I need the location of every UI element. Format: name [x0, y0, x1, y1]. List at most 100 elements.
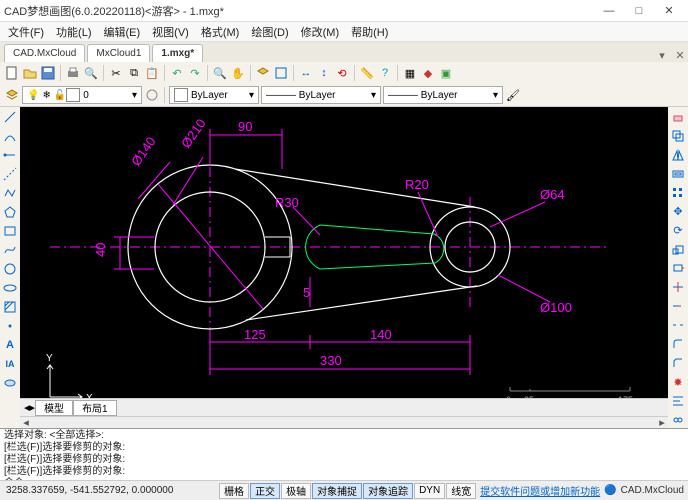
- color-selector[interactable]: ByLayer▾: [169, 86, 259, 104]
- menu-format[interactable]: 格式(M): [197, 24, 244, 40]
- polar-button[interactable]: 极轴: [281, 483, 311, 499]
- open-icon[interactable]: [22, 65, 38, 81]
- menu-draw[interactable]: 绘图(D): [247, 24, 292, 40]
- menu-edit[interactable]: 编辑(E): [100, 24, 145, 40]
- offset-icon[interactable]: [670, 166, 686, 182]
- osnap-button[interactable]: 对象捕捉: [312, 483, 362, 499]
- dim-phi210: Ø210: [178, 116, 209, 151]
- doc-tab-0[interactable]: CAD.MxCloud: [4, 44, 85, 62]
- pan-icon[interactable]: ✋: [230, 65, 246, 81]
- doc-tab-1[interactable]: MxCloud1: [87, 44, 150, 62]
- brush-icon[interactable]: 🖌: [505, 87, 521, 103]
- explode-icon[interactable]: ✸: [670, 374, 686, 390]
- rect-tool-icon[interactable]: [2, 223, 18, 239]
- zoom-icon[interactable]: 🔍: [212, 65, 228, 81]
- measure-icon[interactable]: 📏: [359, 65, 375, 81]
- prop-icon[interactable]: [273, 65, 289, 81]
- hscrollbar[interactable]: ◂ ▸: [20, 416, 668, 428]
- xline-tool-icon[interactable]: [2, 166, 18, 182]
- snap-grid-button[interactable]: 栅格: [219, 483, 249, 499]
- menu-view[interactable]: 视图(V): [148, 24, 193, 40]
- arc-tool-icon[interactable]: [2, 128, 18, 144]
- dim3-icon[interactable]: ⟲: [334, 65, 350, 81]
- dim2-icon[interactable]: ↕: [316, 65, 332, 81]
- maximize-button[interactable]: □: [624, 1, 654, 21]
- menu-function[interactable]: 功能(L): [52, 24, 95, 40]
- minimize-button[interactable]: —: [594, 1, 624, 21]
- print-icon[interactable]: [65, 65, 81, 81]
- layer-selector[interactable]: 💡 ❄ 🔓 0 ▾: [22, 86, 142, 104]
- scale-175: 175: [618, 395, 633, 398]
- layout-tabs: ◂ ▸ 模型 布局1: [20, 398, 668, 416]
- pline-tool-icon[interactable]: [2, 185, 18, 201]
- tb-extra3-icon[interactable]: ▣: [438, 65, 454, 81]
- linetype-selector[interactable]: ——— ByLayer▾: [261, 86, 381, 104]
- polygon-tool-icon[interactable]: [2, 204, 18, 220]
- mirror-icon[interactable]: [670, 147, 686, 163]
- command-panel[interactable]: 选择对象: <全部选择>: [栏选(F)]选择要修剪的对象: [栏选(F)]选择…: [0, 428, 688, 480]
- new-icon[interactable]: [4, 65, 20, 81]
- dim-phi64: Ø64: [540, 187, 565, 202]
- lwt-button[interactable]: 线宽: [446, 483, 476, 499]
- trim-icon[interactable]: [670, 279, 686, 295]
- bulb-icon: 💡: [27, 90, 39, 101]
- tabs-dropdown-icon[interactable]: ▾: [654, 49, 670, 62]
- feedback-link[interactable]: 提交软件问题或增加新功能: [476, 483, 604, 498]
- fillet-icon[interactable]: [670, 336, 686, 352]
- layer-icon[interactable]: [255, 65, 271, 81]
- ray-tool-icon[interactable]: [2, 147, 18, 163]
- otrack-button[interactable]: 对象追踪: [363, 483, 413, 499]
- menu-modify[interactable]: 修改(M): [297, 24, 344, 40]
- menu-file[interactable]: 文件(F): [4, 24, 48, 40]
- paste-icon[interactable]: 📋: [144, 65, 160, 81]
- color-swatch: [174, 88, 188, 102]
- cut-icon[interactable]: ✂: [108, 65, 124, 81]
- tabs-close-icon[interactable]: ✕: [672, 49, 688, 62]
- preview-icon[interactable]: 🔍: [83, 65, 99, 81]
- tb-extra1-icon[interactable]: ▦: [402, 65, 418, 81]
- line-tool-icon[interactable]: [2, 109, 18, 125]
- ortho-button[interactable]: 正交: [250, 483, 280, 499]
- erase-icon[interactable]: [670, 109, 686, 125]
- copy-icon[interactable]: ⧉: [126, 65, 142, 81]
- text-tool-icon[interactable]: A: [2, 337, 18, 353]
- point-tool-icon[interactable]: [2, 318, 18, 334]
- model-tab[interactable]: 模型: [35, 400, 73, 416]
- doc-tab-2[interactable]: 1.mxg*: [152, 44, 203, 62]
- align-icon[interactable]: [670, 393, 686, 409]
- toolbar-row-2: 💡 ❄ 🔓 0 ▾ ByLayer▾ ——— ByLayer▾ ——— ByLa…: [0, 84, 688, 106]
- redo-icon[interactable]: ↷: [187, 65, 203, 81]
- save-icon[interactable]: [40, 65, 56, 81]
- break-icon[interactable]: [670, 317, 686, 333]
- lineweight-selector[interactable]: ——— ByLayer▾: [383, 86, 503, 104]
- rotate-icon[interactable]: ⟳: [670, 223, 686, 239]
- stretch-icon[interactable]: [670, 261, 686, 277]
- right-toolbar: ✥ ⟳ ✸: [668, 107, 688, 428]
- dyn-button[interactable]: DYN: [414, 483, 445, 499]
- tb-extra2-icon[interactable]: ◆: [420, 65, 436, 81]
- drawing-canvas[interactable]: 90 125 140 330 40 Ø210 Ø140 Ø64 Ø100 R30…: [20, 107, 668, 398]
- menu-help[interactable]: 帮助(H): [347, 24, 392, 40]
- layout1-tab[interactable]: 布局1: [73, 400, 117, 416]
- dim-phi100: Ø100: [540, 300, 572, 315]
- dim-icon[interactable]: ↔: [298, 65, 314, 81]
- ellipse-tool-icon[interactable]: [2, 280, 18, 296]
- chamfer-icon[interactable]: [670, 355, 686, 371]
- spline-tool-icon[interactable]: [2, 242, 18, 258]
- region-tool-icon[interactable]: [2, 375, 18, 391]
- mtext-tool-icon[interactable]: IA: [2, 356, 18, 372]
- array-icon[interactable]: [670, 185, 686, 201]
- layer-manager-icon[interactable]: [4, 87, 20, 103]
- move-icon[interactable]: ✥: [670, 204, 686, 220]
- help-icon[interactable]: ?: [377, 65, 393, 81]
- close-button[interactable]: ✕: [654, 1, 684, 21]
- dim-40: 40: [93, 243, 108, 257]
- copy2-icon[interactable]: [670, 128, 686, 144]
- circle-tool-icon[interactable]: [2, 261, 18, 277]
- hatch-tool-icon[interactable]: [2, 299, 18, 315]
- join-icon[interactable]: [670, 412, 686, 428]
- undo-icon[interactable]: ↶: [169, 65, 185, 81]
- extend-icon[interactable]: [670, 298, 686, 314]
- layerstate-icon[interactable]: [144, 87, 160, 103]
- scale-icon[interactable]: [670, 242, 686, 258]
